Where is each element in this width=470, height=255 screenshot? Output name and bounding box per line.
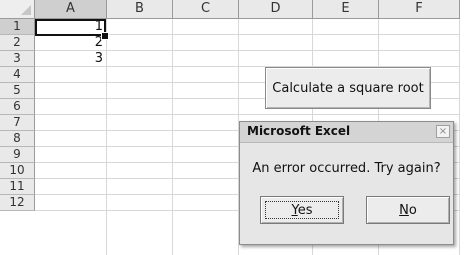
row-header-3[interactable]: 3 [0, 51, 35, 67]
row-header-11[interactable]: 11 [0, 179, 35, 195]
column-header-f[interactable]: F [379, 0, 460, 19]
select-all-triangle-icon [21, 5, 31, 15]
dialog-title: Microsoft Excel [247, 124, 351, 138]
no-label: o [408, 202, 417, 218]
row-header-4[interactable]: 4 [0, 67, 35, 83]
no-button[interactable]: No [366, 196, 450, 224]
no-accelerator: N [399, 202, 409, 218]
yes-label: es [297, 202, 313, 218]
row-header-12[interactable]: 12 [0, 195, 35, 211]
gridline-vertical [459, 19, 460, 255]
close-icon[interactable]: × [436, 125, 450, 138]
column-header-a[interactable]: A [35, 0, 107, 19]
active-cell-border [35, 19, 106, 36]
row-header-7[interactable]: 7 [0, 115, 35, 131]
calculate-square-root-button[interactable]: Calculate a square root [265, 67, 431, 109]
yes-button[interactable]: Yes [260, 196, 344, 224]
column-header-b[interactable]: B [107, 0, 173, 19]
row-header-8[interactable]: 8 [0, 131, 35, 147]
row-header-6[interactable]: 6 [0, 99, 35, 115]
column-header-d[interactable]: D [239, 0, 313, 19]
dialog-title-bar[interactable]: Microsoft Excel × [240, 122, 453, 143]
column-header-e[interactable]: E [313, 0, 379, 19]
row-header-5[interactable]: 5 [0, 83, 35, 99]
column-header-c[interactable]: C [173, 0, 239, 19]
row-header-2[interactable]: 2 [0, 35, 35, 51]
gridline-vertical [106, 19, 107, 255]
dialog-message: An error occurred. Try again? [252, 161, 441, 176]
gridline-horizontal [35, 114, 460, 115]
fill-handle[interactable] [101, 32, 109, 40]
row-header-1[interactable]: 1 [0, 19, 35, 35]
row-header-10[interactable]: 10 [0, 163, 35, 179]
cell-a3[interactable]: 3 [35, 51, 106, 67]
error-dialog: Microsoft Excel × An error occurred. Try… [239, 121, 454, 245]
row-header-9[interactable]: 9 [0, 147, 35, 163]
gridline-vertical [172, 19, 173, 255]
select-all-corner[interactable] [0, 0, 35, 19]
cell-a2[interactable]: 2 [35, 35, 106, 51]
